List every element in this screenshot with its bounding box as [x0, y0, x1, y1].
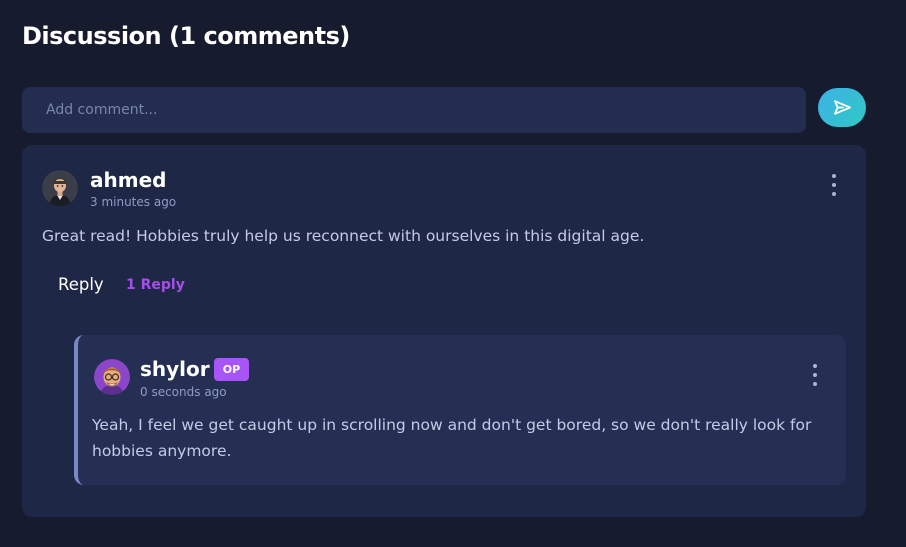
- comment-more-button[interactable]: [826, 172, 842, 198]
- avatar-shylor: [94, 359, 130, 395]
- comment-card: ahmed 3 minutes ago Great read! Hobbies …: [22, 145, 866, 517]
- send-icon: [833, 100, 851, 115]
- reply-button[interactable]: Reply: [58, 275, 104, 294]
- avatar-ahmed: [42, 170, 78, 206]
- discussion-title: Discussion (1 comments): [22, 22, 350, 50]
- replies-toggle[interactable]: 1 Reply: [126, 277, 185, 293]
- more-vertical-icon: [832, 174, 836, 178]
- comment-author[interactable]: ahmed: [90, 168, 166, 192]
- comment-timestamp: 3 minutes ago: [90, 195, 177, 209]
- op-badge: OP: [214, 358, 249, 381]
- discussion-section: Discussion (1 comments) ahmed 3 minutes …: [0, 0, 906, 547]
- send-button[interactable]: [818, 88, 866, 127]
- more-vertical-icon: [813, 364, 817, 368]
- more-vertical-icon: [813, 382, 817, 386]
- reply-more-button[interactable]: [807, 362, 823, 388]
- more-vertical-icon: [832, 183, 836, 187]
- reply-text: Yeah, I feel we get caught up in scrolli…: [92, 416, 812, 460]
- reply-card: shylor OP 0 seconds ago Yeah, I feel we …: [74, 335, 846, 485]
- reply-author[interactable]: shylor: [140, 357, 210, 381]
- more-vertical-icon: [832, 192, 836, 196]
- add-comment-input[interactable]: [22, 87, 806, 133]
- more-vertical-icon: [813, 373, 817, 377]
- comment-text: Great read! Hobbies truly help us reconn…: [42, 227, 645, 245]
- reply-timestamp: 0 seconds ago: [140, 385, 227, 399]
